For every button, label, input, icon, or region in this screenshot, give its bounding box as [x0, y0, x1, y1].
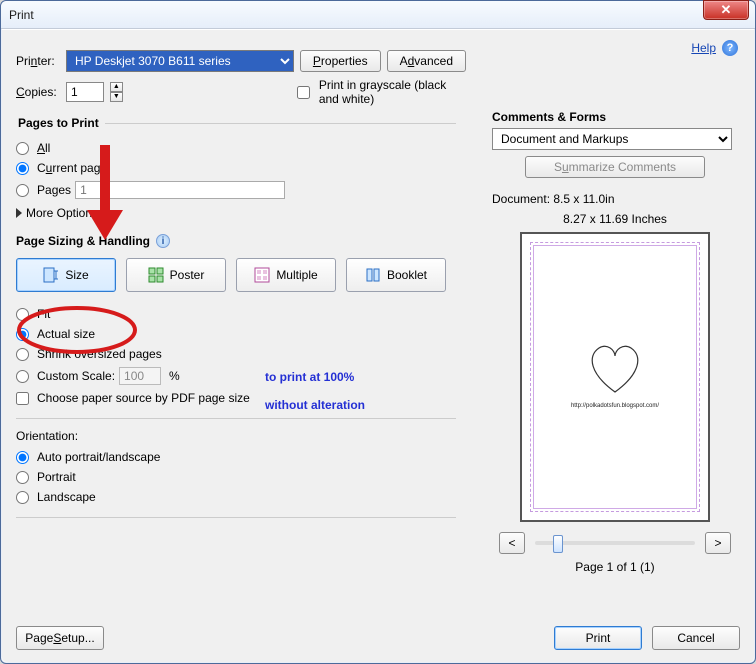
help-link[interactable]: Help — [691, 41, 716, 55]
slider-thumb[interactable] — [553, 535, 563, 553]
help-area: Help ? — [691, 40, 738, 56]
sizing-legend: Page Sizing & Handling — [16, 234, 150, 248]
print-button[interactable]: Print — [554, 626, 642, 650]
copies-row: Copies: ▲ ▼ Print in grayscale (black an… — [16, 78, 466, 106]
close-button[interactable]: ✕ — [703, 0, 749, 20]
info-icon[interactable]: i — [156, 234, 170, 248]
custom-scale-input — [119, 367, 161, 385]
grayscale-label: Print in grayscale (black and white) — [319, 78, 466, 106]
current-page-radio[interactable] — [16, 162, 29, 175]
all-label: All — [37, 141, 50, 155]
copies-label: Copies: — [16, 85, 60, 99]
triangle-right-icon — [16, 208, 22, 218]
bottom-bar: Page Setup... Print Cancel — [16, 626, 740, 650]
tab-booklet[interactable]: Booklet — [346, 258, 446, 292]
orientation-legend: Orientation: — [16, 429, 466, 443]
landscape-label: Landscape — [37, 490, 96, 504]
actual-size-radio[interactable] — [16, 328, 29, 341]
pages-radio[interactable] — [16, 184, 29, 197]
all-radio[interactable] — [16, 142, 29, 155]
shrink-label: Shrink oversized pages — [37, 347, 162, 361]
auto-orientation-label: Auto portrait/landscape — [37, 450, 160, 464]
cancel-button[interactable]: Cancel — [652, 626, 740, 650]
spinner-down-icon[interactable]: ▼ — [110, 92, 123, 102]
fit-label: Fit — [37, 307, 50, 321]
summarize-comments-button[interactable]: Summarize Comments — [525, 156, 705, 178]
separator2 — [16, 517, 456, 518]
sizing-tabs: Size Poster Multiple — [16, 258, 466, 292]
more-options-toggle[interactable]: More Options — [16, 202, 456, 224]
help-icon[interactable]: ? — [722, 40, 738, 56]
right-column: Comments & Forms Document and Markups Su… — [492, 110, 738, 574]
page-dimensions: 8.27 x 11.69 Inches — [492, 212, 738, 226]
client-area: Help ? Printer: HP Deskjet 3070 B611 ser… — [2, 30, 754, 662]
tab-poster[interactable]: Poster — [126, 258, 226, 292]
preview-content: http://polkadotsfun.blogspot.com/ — [522, 342, 708, 409]
multiple-icon — [254, 267, 270, 283]
paper-source-checkbox[interactable] — [16, 392, 29, 405]
comments-select[interactable]: Document and Markups — [492, 128, 732, 150]
separator — [16, 418, 456, 419]
document-dimensions: Document: 8.5 x 11.0in — [492, 192, 738, 206]
more-options-label: More Options — [26, 206, 98, 220]
portrait-label: Portrait — [37, 470, 76, 484]
next-page-button[interactable]: > — [705, 532, 731, 554]
preview-url: http://polkadotsfun.blogspot.com/ — [522, 403, 708, 409]
page-setup-button[interactable]: Page Setup... — [16, 626, 104, 650]
preview-pager: < > — [492, 532, 738, 554]
printer-select[interactable]: HP Deskjet 3070 B611 series — [66, 50, 294, 72]
custom-scale-label: Custom Scale: — [37, 369, 115, 383]
tab-size-label: Size — [65, 268, 88, 282]
properties-button[interactable]: Properties — [300, 50, 381, 72]
window-title: Print — [9, 8, 34, 22]
preview-slider[interactable] — [535, 541, 695, 545]
pages-to-print-section: Pages to Print All Current page Pages Mo… — [16, 116, 456, 224]
portrait-radio[interactable] — [16, 471, 29, 484]
spinner-up-icon[interactable]: ▲ — [110, 82, 123, 92]
actual-size-label: Actual size — [37, 327, 95, 341]
printer-label: Printer: — [16, 54, 60, 68]
paper-source-label: Choose paper source by PDF page size — [37, 391, 250, 405]
percent-label: % — [169, 369, 180, 383]
fit-radio[interactable] — [16, 308, 29, 321]
print-preview: http://polkadotsfun.blogspot.com/ — [520, 232, 710, 522]
copies-input[interactable] — [66, 82, 104, 102]
sizing-header: Page Sizing & Handling i — [16, 234, 466, 248]
pages-input[interactable] — [75, 181, 285, 199]
tab-multiple[interactable]: Multiple — [236, 258, 336, 292]
tab-size[interactable]: Size — [16, 258, 116, 292]
titlebar: Print ✕ — [1, 1, 755, 29]
tab-multiple-label: Multiple — [276, 268, 317, 282]
prev-page-button[interactable]: < — [499, 532, 525, 554]
grayscale-checkbox[interactable] — [297, 86, 310, 99]
pages-label: Pages — [37, 183, 71, 197]
advanced-button[interactable]: Advanced — [387, 50, 466, 72]
auto-orientation-radio[interactable] — [16, 451, 29, 464]
pages-to-print-legend: Pages to Print — [16, 116, 105, 130]
landscape-radio[interactable] — [16, 491, 29, 504]
copies-spinner[interactable]: ▲ ▼ — [110, 82, 123, 102]
tab-booklet-label: Booklet — [387, 268, 427, 282]
page-status: Page 1 of 1 (1) — [492, 560, 738, 574]
custom-scale-radio[interactable] — [16, 370, 29, 383]
poster-icon — [148, 267, 164, 283]
print-dialog-window: Print ✕ Help ? Printer: HP Deskjet 3070 … — [0, 0, 756, 664]
shrink-radio[interactable] — [16, 348, 29, 361]
size-icon — [43, 267, 59, 283]
left-column: Printer: HP Deskjet 3070 B611 series Pro… — [16, 50, 466, 518]
current-page-label: Current page — [37, 161, 107, 175]
comments-legend: Comments & Forms — [492, 110, 738, 124]
heart-icon — [585, 342, 645, 396]
tab-poster-label: Poster — [170, 268, 205, 282]
booklet-icon — [365, 267, 381, 283]
printer-row: Printer: HP Deskjet 3070 B611 series Pro… — [16, 50, 466, 72]
